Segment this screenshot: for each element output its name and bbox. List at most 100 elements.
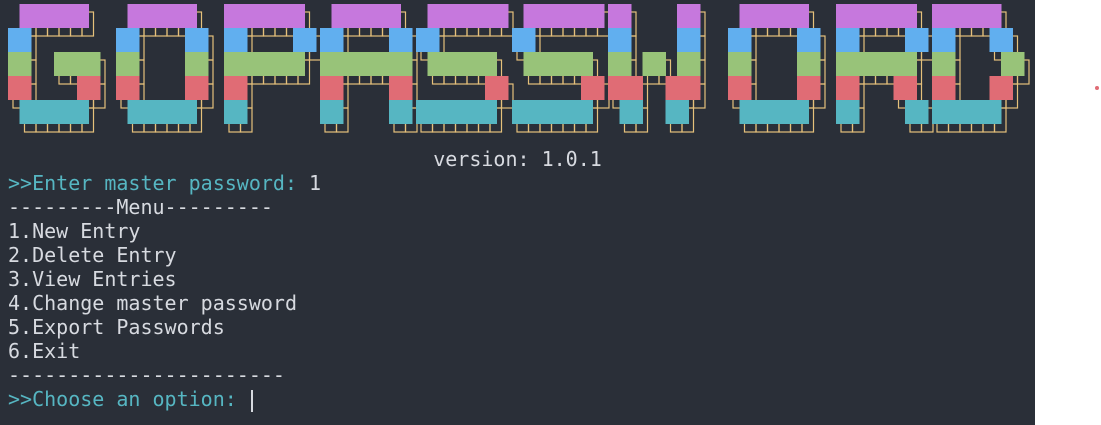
banner-block bbox=[847, 28, 860, 52]
banner-block bbox=[343, 4, 355, 28]
banner-block bbox=[462, 52, 474, 76]
banner-block bbox=[654, 52, 666, 76]
banner-block bbox=[400, 76, 413, 100]
banner-block bbox=[185, 76, 197, 100]
choose-option-line[interactable]: >>Choose an option: bbox=[8, 387, 321, 412]
banner-block bbox=[592, 76, 605, 100]
banner-block bbox=[116, 52, 128, 76]
banner-block bbox=[932, 28, 944, 52]
banner-block bbox=[462, 100, 474, 124]
banner-block bbox=[65, 52, 78, 76]
banner-block bbox=[581, 76, 593, 100]
banner-block bbox=[847, 52, 860, 76]
banner-block bbox=[989, 100, 1002, 124]
banner-block bbox=[608, 28, 620, 52]
banner-block bbox=[293, 4, 305, 28]
banner-block bbox=[389, 4, 401, 28]
banner-block bbox=[932, 100, 944, 124]
banner-block bbox=[978, 100, 990, 124]
banner-block bbox=[496, 76, 509, 100]
banner-block bbox=[535, 100, 547, 124]
menu-item-delete-entry: 2.Delete Entry bbox=[8, 243, 177, 267]
banner-block bbox=[450, 52, 463, 76]
banner-block bbox=[932, 76, 944, 100]
menu-footer: ----------------------- bbox=[8, 363, 285, 387]
banner-block bbox=[859, 52, 871, 76]
banner-block bbox=[127, 76, 140, 100]
banner-block bbox=[523, 100, 536, 124]
banner-block bbox=[224, 52, 236, 76]
banner-block bbox=[293, 28, 305, 52]
ascii-art-banner bbox=[0, 0, 1035, 145]
menu-item-exit: 6.Exit bbox=[8, 339, 81, 363]
banner-block bbox=[688, 76, 701, 100]
banner-block bbox=[485, 76, 497, 100]
banner-block bbox=[343, 52, 355, 76]
banner-block bbox=[270, 52, 282, 76]
terminal-output: >>Enter master password: 1 ---------Menu… bbox=[8, 171, 322, 412]
banner-block bbox=[389, 52, 401, 76]
banner-block bbox=[677, 100, 689, 124]
banner-block bbox=[785, 100, 798, 124]
banner-block bbox=[377, 52, 390, 76]
menu-header: ---------Menu--------- bbox=[8, 195, 273, 219]
banner-block bbox=[196, 52, 209, 76]
banner-block bbox=[762, 100, 775, 124]
banner-block bbox=[473, 52, 486, 76]
banner-block bbox=[943, 52, 956, 76]
master-password-prompt: >>Enter master password: bbox=[8, 171, 310, 195]
banner-block bbox=[427, 28, 440, 52]
banner-block bbox=[955, 100, 967, 124]
banner-block bbox=[235, 76, 248, 100]
banner-block bbox=[581, 100, 593, 124]
banner-block bbox=[127, 100, 140, 124]
choose-option-prompt: >>Choose an option: bbox=[8, 387, 249, 411]
banner-block bbox=[331, 28, 344, 52]
banner-block bbox=[739, 52, 752, 76]
version-label: version: 1.0.1 bbox=[433, 147, 602, 171]
banner-block bbox=[558, 4, 570, 28]
banner-block bbox=[619, 52, 632, 76]
banner-block bbox=[989, 76, 1002, 100]
banner-block bbox=[235, 100, 248, 124]
banner-block bbox=[235, 4, 248, 28]
terminal-window[interactable]: version: 1.0.1 >>Enter master password: … bbox=[0, 0, 1035, 425]
banner-block bbox=[150, 100, 163, 124]
banner-block bbox=[258, 52, 271, 76]
banner-block bbox=[797, 100, 809, 124]
banner-block bbox=[512, 100, 524, 124]
banner-block bbox=[893, 52, 906, 76]
banner-block bbox=[8, 76, 20, 100]
banner-block bbox=[905, 100, 917, 124]
master-password-value: 1 bbox=[309, 171, 322, 195]
banner-block bbox=[581, 52, 593, 76]
banner-block bbox=[196, 28, 209, 52]
banner-block bbox=[31, 4, 43, 28]
banner-block bbox=[247, 52, 259, 76]
banner-block bbox=[485, 100, 497, 124]
banner-block bbox=[905, 52, 917, 76]
banner-block bbox=[739, 76, 752, 100]
banner-block bbox=[293, 52, 305, 76]
banner-block bbox=[677, 28, 689, 52]
banner-block bbox=[389, 76, 401, 100]
banner-block bbox=[77, 52, 89, 76]
banner-block bbox=[8, 52, 20, 76]
banner-block bbox=[439, 52, 451, 76]
banner-block bbox=[224, 100, 236, 124]
banner-block bbox=[797, 4, 809, 28]
banner-block bbox=[150, 4, 163, 28]
banner-block bbox=[331, 52, 344, 76]
banner-block bbox=[127, 4, 140, 28]
banner-block bbox=[485, 52, 497, 76]
banner-block bbox=[569, 100, 582, 124]
banner-block bbox=[450, 100, 463, 124]
menu-item-export-passwords: 5.Export Passwords bbox=[8, 315, 225, 339]
banner-block bbox=[439, 4, 451, 28]
banner-block bbox=[762, 4, 775, 28]
banner-block bbox=[77, 100, 89, 124]
banner-block bbox=[366, 52, 378, 76]
banner-block bbox=[8, 28, 20, 52]
banner-block bbox=[77, 4, 89, 28]
banner-block bbox=[512, 28, 524, 52]
